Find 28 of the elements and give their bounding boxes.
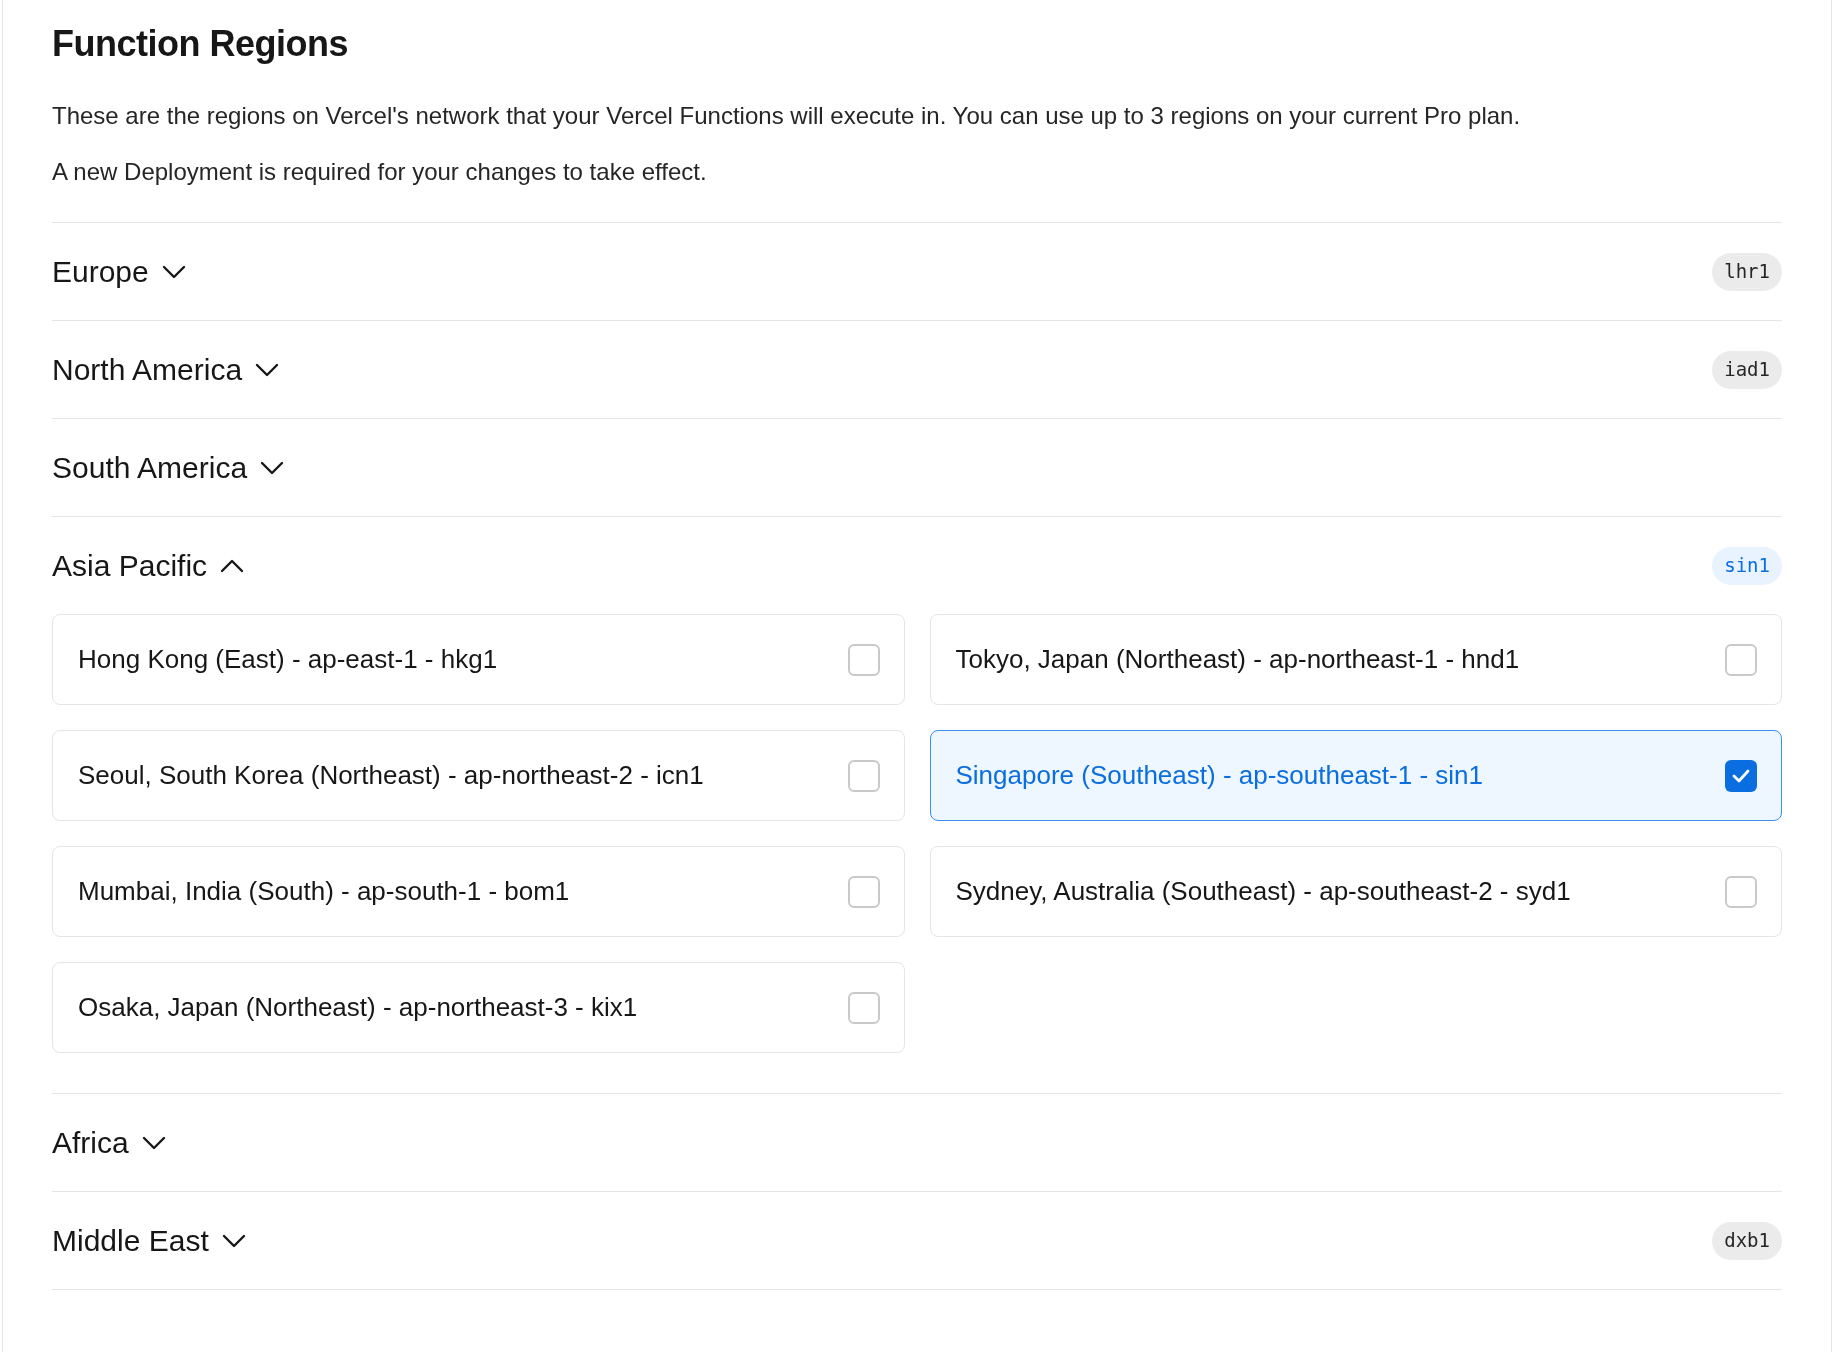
region-code-badge: dxb1 <box>1712 1221 1782 1260</box>
checkbox[interactable] <box>847 759 880 792</box>
region-group-toggle[interactable]: South America <box>52 445 286 490</box>
region-option[interactable]: Hong Kong (East) - ap-east-1 - hkg1 <box>52 614 905 705</box>
region-group-toggle[interactable]: Africa <box>52 1120 167 1165</box>
checkbox[interactable] <box>847 875 880 908</box>
description-text: These are the regions on Vercel's network that your Vercel Functions will execute in. You can use up to 3 regions on your current Pro plan. <box>52 101 1522 131</box>
region-option[interactable]: Tokyo, Japan (Northeast) - ap-northeast-1 - hnd1 <box>929 614 1782 705</box>
region-code-badge: lhr1 <box>1712 252 1782 291</box>
checkbox[interactable] <box>847 991 880 1024</box>
region-code-badge: iad1 <box>1712 350 1782 389</box>
checkbox[interactable] <box>1725 759 1757 792</box>
checkmark-icon <box>1731 767 1751 784</box>
region-option[interactable]: Sydney, Australia (Southeast) - ap-southeast-2 - syd1 <box>929 846 1782 937</box>
region-option[interactable]: Singapore (Southeast) - ap-southeast-1 - sin1 <box>929 730 1782 821</box>
region-group-toggle[interactable]: Asia Pacific <box>52 543 246 588</box>
checkbox[interactable] <box>1725 875 1757 908</box>
checkbox[interactable] <box>847 643 880 676</box>
region-option[interactable]: Seoul, South Korea (Northeast) - ap-northeast-2 - icn1 <box>52 730 905 821</box>
region-group-toggle[interactable]: North America <box>52 347 281 392</box>
description-text: A new Deployment is required for your changes to take effect. <box>52 157 708 187</box>
region-code-badge: sin1 <box>1712 546 1782 585</box>
region-group-toggle[interactable]: Middle East <box>52 1218 247 1263</box>
region-group-toggle[interactable]: Europe <box>52 249 187 294</box>
region-option[interactable]: Mumbai, India (South) - ap-south-1 - bom1 <box>52 846 905 937</box>
checkbox[interactable] <box>1725 643 1757 676</box>
region-option[interactable]: Osaka, Japan (Northeast) - ap-northeast-3 - kix1 <box>52 962 905 1053</box>
page-title: Function Regions <box>52 22 349 66</box>
